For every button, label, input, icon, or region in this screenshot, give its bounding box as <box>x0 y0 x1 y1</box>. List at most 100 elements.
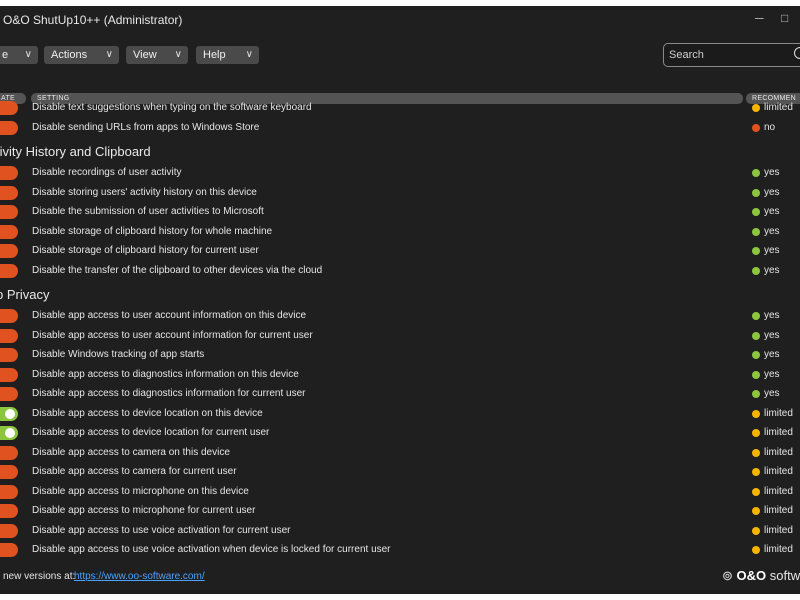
recommendation-dot-icon <box>752 429 760 437</box>
oo-logo: ⊚ O&O softw <box>722 568 800 583</box>
setting-toggle[interactable] <box>0 166 18 180</box>
setting-toggle[interactable] <box>0 205 18 219</box>
setting-row[interactable]: Disable app access to camera on this dev… <box>0 445 800 464</box>
recommendation-label: yes <box>764 329 780 341</box>
setting-toggle[interactable] <box>0 224 18 239</box>
footer-text: new versions at: <box>3 571 76 582</box>
recommendation-dot-icon <box>752 448 760 457</box>
setting-row[interactable]: Disable app access to user account infor… <box>0 328 800 347</box>
setting-label: Disable app access to user account infor… <box>32 310 307 321</box>
recommendation-label: yes <box>764 310 780 321</box>
setting-row[interactable]: Disable app access to use voice activati… <box>0 523 800 542</box>
setting-row[interactable]: Disable the transfer of the clipboard to… <box>0 263 800 282</box>
recommendation-dot-icon <box>752 208 760 216</box>
recommendation-dot-icon <box>752 507 760 515</box>
recommendation-dot-icon <box>752 266 760 275</box>
setting-row[interactable]: Disable app access to use voice activati… <box>0 543 800 561</box>
recommendation-dot-icon <box>752 409 760 418</box>
setting-label: Disable the submission of user activitie… <box>32 206 264 217</box>
recommendation-dot-icon <box>752 169 760 177</box>
recommendation-label: limited <box>764 407 793 419</box>
setting-row[interactable]: Disable app access to device location on… <box>0 406 800 425</box>
setting-label: Disable sending URLs from apps to Window… <box>32 121 260 133</box>
footer: new versions at: https://www.oo-software… <box>0 568 800 591</box>
recommendation-dot-icon <box>752 188 760 197</box>
toggle-knob <box>5 428 15 438</box>
recommendation-label: yes <box>764 388 780 399</box>
recommendation-dot-icon <box>752 351 760 359</box>
recommendation-dot-icon <box>752 227 760 236</box>
setting-label: Disable app access to diagnostics inform… <box>32 368 299 380</box>
setting-label: Disable app access to diagnostics inform… <box>32 388 306 399</box>
recommendation-label: yes <box>764 186 780 198</box>
setting-row[interactable]: Disable recordings of user activity yes <box>0 166 800 184</box>
toggle-knob <box>5 408 15 419</box>
recommendation-label: limited <box>764 466 793 477</box>
setting-toggle[interactable] <box>0 484 18 499</box>
recommendation-dot-icon <box>752 123 760 132</box>
settings-list: Disable text suggestions when typing on … <box>0 6 800 594</box>
setting-toggle[interactable] <box>0 387 18 401</box>
setting-row[interactable]: Disable storage of clipboard history for… <box>0 244 800 262</box>
group-heading[interactable]: tivity History and Clipboard <box>0 144 151 159</box>
recommendation-label: limited <box>764 427 793 438</box>
recommendation-label: no <box>764 121 776 133</box>
recommendation-label: limited <box>764 524 793 536</box>
setting-label: Disable Windows tracking of app starts <box>32 349 205 360</box>
setting-toggle[interactable] <box>0 406 18 421</box>
setting-toggle[interactable] <box>0 367 18 382</box>
setting-row[interactable]: Disable Windows tracking of app starts ye… <box>0 348 800 366</box>
setting-row[interactable]: Disable app access to device location fo… <box>0 426 800 444</box>
setting-label: Disable storing users' activity history … <box>32 186 257 198</box>
recommendation-label: yes <box>764 167 780 178</box>
setting-label: Disable storage of clipboard history for… <box>32 245 259 256</box>
website-link[interactable]: https://www.oo-software.com/ <box>74 571 205 582</box>
recommendation-label: yes <box>764 368 780 380</box>
setting-toggle[interactable] <box>0 465 18 479</box>
recommendation-dot-icon <box>752 104 760 112</box>
recommendation-label: yes <box>764 349 780 360</box>
recommendation-label: limited <box>764 446 793 458</box>
recommendation-dot-icon <box>752 331 760 340</box>
logo-text: O&O <box>736 568 767 583</box>
recommendation-label: yes <box>764 245 780 256</box>
setting-toggle[interactable] <box>0 328 18 343</box>
setting-row[interactable]: Disable app access to microphone for cur… <box>0 504 800 522</box>
setting-label: Disable app access to use voice activati… <box>32 524 291 536</box>
setting-label: Disable app access to use voice activati… <box>32 544 391 555</box>
setting-toggle[interactable] <box>0 523 18 538</box>
recommendation-label: limited <box>764 102 793 113</box>
recommendation-dot-icon <box>752 390 760 398</box>
setting-row[interactable]: Disable app access to camera for current… <box>0 465 800 483</box>
recommendation-dot-icon <box>752 312 760 320</box>
setting-label: Disable app access to microphone for cur… <box>32 505 256 516</box>
setting-row[interactable]: Disable app access to microphone on this… <box>0 484 800 503</box>
setting-row[interactable]: Disable storage of clipboard history for… <box>0 224 800 243</box>
group-heading[interactable]: p Privacy <box>0 287 49 302</box>
setting-toggle[interactable] <box>0 445 18 460</box>
setting-row[interactable]: Disable text suggestions when typing on … <box>0 101 800 119</box>
recommendation-dot-icon <box>752 468 760 476</box>
setting-label: Disable text suggestions when typing on … <box>32 102 312 113</box>
recommendation-label: limited <box>764 485 793 497</box>
setting-row[interactable]: Disable storing users' activity history … <box>0 185 800 204</box>
recommendation-dot-icon <box>752 487 760 496</box>
setting-toggle[interactable] <box>0 263 18 278</box>
setting-toggle[interactable] <box>0 348 18 362</box>
recommendation-label: yes <box>764 264 780 276</box>
setting-toggle[interactable] <box>0 309 18 323</box>
setting-row[interactable]: Disable app access to diagnostics inform… <box>0 367 800 386</box>
setting-toggle[interactable] <box>0 426 18 440</box>
setting-label: Disable app access to device location on… <box>32 407 263 419</box>
recommendation-dot-icon <box>752 546 760 554</box>
setting-toggle[interactable] <box>0 543 18 557</box>
setting-row[interactable]: Disable sending URLs from apps to Window… <box>0 120 800 139</box>
setting-toggle[interactable] <box>0 101 18 115</box>
setting-row[interactable]: Disable app access to diagnostics inform… <box>0 387 800 405</box>
setting-toggle[interactable] <box>0 244 18 258</box>
setting-row[interactable]: Disable the submission of user activitie… <box>0 205 800 223</box>
setting-toggle[interactable] <box>0 504 18 518</box>
setting-row[interactable]: Disable app access to user account infor… <box>0 309 800 327</box>
setting-toggle[interactable] <box>0 120 18 135</box>
setting-toggle[interactable] <box>0 185 18 200</box>
